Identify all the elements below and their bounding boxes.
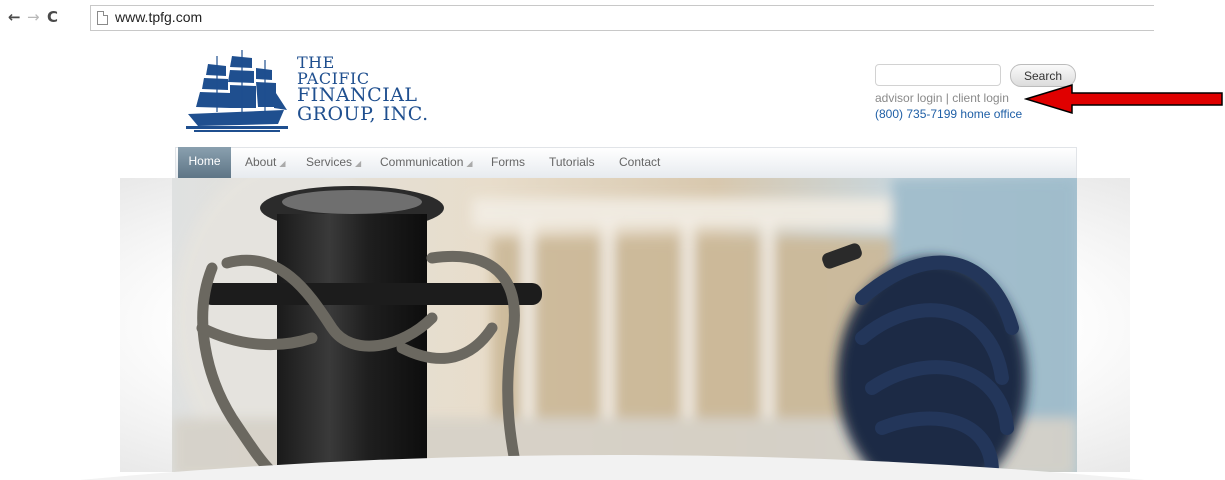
login-separator: | [945, 91, 949, 105]
sailing-ship-icon[interactable] [186, 50, 288, 134]
dropdown-caret-icon: ◢ [466, 159, 473, 168]
red-arrow-icon [1024, 83, 1223, 115]
dock-bollard-photo [172, 178, 1077, 472]
reload-icon[interactable]: C [47, 9, 58, 25]
nav-about[interactable]: About ◢ [245, 155, 286, 169]
forward-arrow-icon[interactable]: → [27, 9, 40, 25]
nav-communication-label: Communication [380, 155, 464, 169]
url-text[interactable]: www.tpfg.com [115, 9, 202, 25]
logo-line-4: GROUP, INC. [297, 103, 429, 125]
browser-toolbar: ← → C www.tpfg.com [0, 0, 1225, 36]
client-login-link[interactable]: client login [952, 91, 1009, 105]
login-links: advisor login | client login [875, 91, 1009, 105]
search-input[interactable] [875, 64, 1001, 86]
nav-home[interactable]: Home [178, 147, 231, 178]
nav-forms[interactable]: Forms [491, 155, 525, 169]
nav-tutorials[interactable]: Tutorials [549, 155, 595, 169]
hero-image [172, 178, 1077, 472]
nav-services[interactable]: Services ◢ [306, 155, 361, 169]
dropdown-caret-icon: ◢ [279, 159, 286, 168]
dropdown-caret-icon: ◢ [355, 159, 362, 168]
company-logo-text[interactable]: THE PACIFIC FINANCIAL GROUP, INC. [297, 55, 429, 124]
nav-services-label: Services [306, 155, 353, 169]
page-icon [97, 11, 108, 25]
hero-bottom-curve [80, 455, 1145, 480]
phone-number: (800) 735-7199 home office [875, 107, 1023, 121]
back-arrow-icon[interactable]: ← [8, 9, 21, 25]
address-bar[interactable]: www.tpfg.com [90, 5, 1154, 31]
advisor-login-link[interactable]: advisor login [875, 91, 942, 105]
nav-about-label: About [245, 155, 277, 169]
nav-contact[interactable]: Contact [619, 155, 660, 169]
nav-communication[interactable]: Communication ◢ [380, 155, 473, 169]
